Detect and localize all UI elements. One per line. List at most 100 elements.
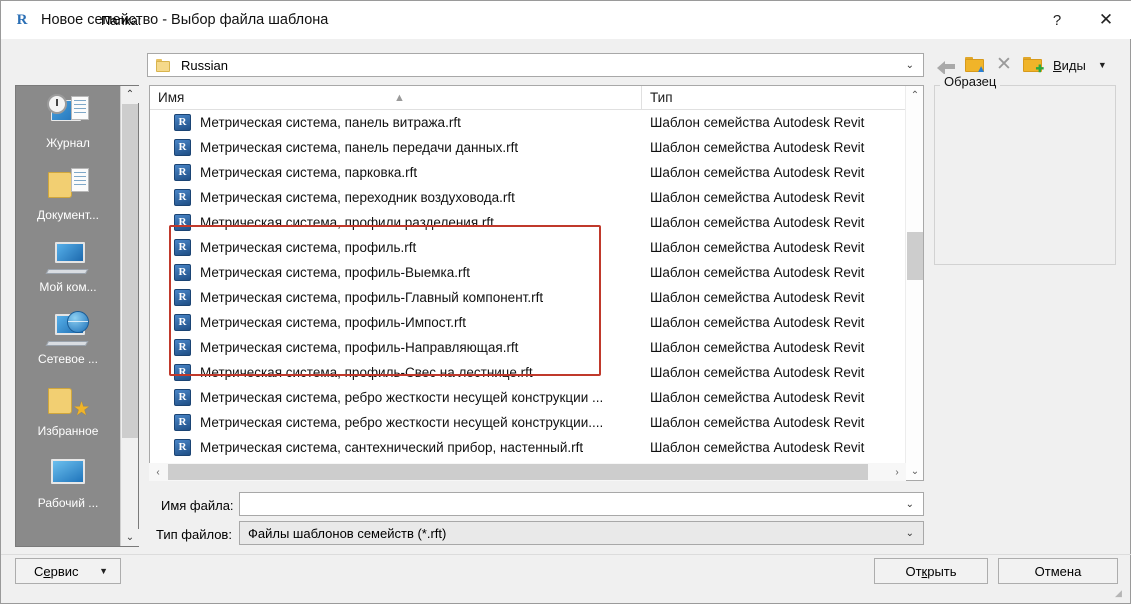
file-type-label: Шаблон семейства Autodesk Revit [650, 390, 865, 405]
table-row[interactable]: R Метрическая система, профиль-Свес на л… [150, 360, 923, 385]
table-row[interactable]: R Метрическая система, панель передачи д… [150, 135, 923, 160]
table-row[interactable]: R Метрическая система, ребро жесткости н… [150, 410, 923, 435]
file-list-horizontal-scrollbar[interactable]: ‹ › [149, 463, 906, 481]
file-name-cell: R Метрическая система, профиль-Главный к… [174, 289, 644, 306]
revit-file-icon: R [174, 389, 191, 406]
cancel-button-label: Отмена [1034, 563, 1082, 579]
file-name-cell: R Метрическая система, ребро жесткости н… [174, 389, 644, 406]
file-name-label: Метрическая система, профиль-Главный ком… [200, 290, 544, 305]
scroll-up-icon[interactable]: ⌃ [906, 86, 923, 104]
new-folder-button[interactable]: ✚ [1019, 53, 1047, 77]
sort-ascending-icon: ▲ [394, 92, 405, 104]
sidebar-scrollbar[interactable]: ⌃ ⌄ [120, 86, 139, 546]
column-header-name[interactable]: Имя ▲ [150, 86, 642, 110]
sidebar-item-my-computer[interactable]: Мой ком... [16, 234, 120, 306]
file-name-label: Метрическая система, панель передачи дан… [200, 140, 519, 155]
table-row[interactable]: R Метрическая система, панель витража.rf… [150, 110, 923, 135]
file-list-vertical-scrollbar[interactable]: ⌃ ⌄ [905, 86, 923, 480]
file-type-select[interactable]: Файлы шаблонов семейств (*.rft) ⌄ [239, 521, 924, 545]
revit-file-icon: R [174, 214, 191, 231]
scroll-left-icon[interactable]: ‹ [149, 463, 167, 481]
file-name-cell: R Метрическая система, переходник воздух… [174, 189, 644, 206]
resize-grip[interactable]: ◢ [1115, 589, 1127, 601]
file-name-cell: R Метрическая система, сантехнический пр… [174, 439, 644, 456]
file-list-header: Имя ▲ Тип [150, 86, 923, 110]
open-button[interactable]: Открыть [874, 558, 988, 584]
file-name-input[interactable]: ⌄ [239, 492, 924, 516]
file-type-label: Шаблон семейства Autodesk Revit [650, 115, 865, 130]
sidebar-item-history[interactable]: Журнал [16, 90, 120, 162]
table-row[interactable]: R Метрическая система, ребро жесткости н… [150, 385, 923, 410]
file-type-label: Шаблон семейства Autodesk Revit [650, 265, 865, 280]
column-header-type[interactable]: Тип [642, 86, 923, 110]
revit-file-icon: R [174, 189, 191, 206]
sidebar-item-network[interactable]: Сетевое ... [16, 306, 120, 378]
file-name-label: Метрическая система, профиль-Направляюща… [200, 340, 519, 355]
file-name-cell: R Метрическая система, панель витража.rf… [174, 114, 644, 131]
table-row[interactable]: R Метрическая система, парковка.rft Шабл… [150, 160, 923, 185]
scroll-up-icon[interactable]: ⌃ [121, 86, 139, 103]
table-row[interactable]: R Метрическая система, переходник воздух… [150, 185, 923, 210]
scroll-down-icon[interactable]: ⌄ [121, 529, 139, 546]
sidebar-item-desktop[interactable]: Рабочий ... [16, 450, 120, 522]
file-type-label: Шаблон семейства Autodesk Revit [650, 365, 865, 380]
file-name-label: Метрическая система, профили разделения.… [200, 215, 494, 230]
open-button-label: Открыть [905, 564, 956, 579]
file-name-label: Метрическая система, профиль.rft [200, 240, 417, 255]
sidebar-item-label: Избранное [37, 424, 99, 438]
sidebar-item-favorites[interactable]: ★ Избранное [16, 378, 120, 450]
table-row[interactable]: R Метрическая система, профиль-Выемка.rf… [150, 260, 923, 285]
table-row[interactable]: R Метрическая система, профиль-Направляю… [150, 335, 923, 360]
service-button-label: Сервис [34, 564, 79, 579]
file-name-label: Метрическая система, парковка.rft [200, 165, 418, 180]
views-label: Виды [1053, 58, 1086, 73]
chevron-down-icon[interactable]: ⌄ [906, 499, 914, 510]
sidebar-item-label: Рабочий ... [37, 496, 99, 510]
close-button[interactable]: ✕ [1080, 1, 1131, 39]
file-open-dialog: R Новое семейство - Выбор файла шаблона … [0, 0, 1131, 604]
sidebar-item-documents[interactable]: Документ... [16, 162, 120, 234]
scroll-right-icon[interactable]: › [888, 463, 906, 481]
sidebar-item-label: Сетевое ... [38, 352, 98, 366]
service-label-mnemonic: е [43, 563, 51, 579]
folder-combobox[interactable]: Russian ⌄ [147, 53, 924, 77]
open-label-pre: От [905, 563, 922, 579]
sidebar-scrollbar-thumb[interactable] [122, 104, 138, 438]
service-label-post: рвис [50, 563, 79, 579]
folder-label: Папка: [101, 13, 142, 28]
table-row[interactable]: R Метрическая система, профиль-Импост.rf… [150, 310, 923, 335]
sidebar-item-label: Мой ком... [39, 280, 97, 294]
chevron-down-icon: ▼ [1097, 60, 1107, 70]
table-row[interactable]: R Метрическая система, профиль-Главный к… [150, 285, 923, 310]
service-button[interactable]: Сервис ▼ [15, 558, 121, 584]
close-icon: ✕ [996, 54, 1012, 75]
file-name-cell: R Метрическая система, профили разделени… [174, 214, 644, 231]
table-row[interactable]: R Метрическая система, профили разделени… [150, 210, 923, 235]
file-name-cell: R Метрическая система, ребро жесткости н… [174, 414, 644, 431]
file-name-label-static: Имя файла: [161, 498, 234, 513]
views-dropdown-button[interactable]: Виды ▼ [1053, 53, 1125, 77]
open-label-post: рыть [927, 563, 957, 579]
desktop-icon [45, 454, 91, 494]
my-computer-icon [45, 238, 91, 278]
places-sidebar-items: Журнал Документ... Мой ком... Сетевое ..… [16, 86, 120, 546]
help-button[interactable]: ? [1034, 1, 1080, 39]
column-header-type-label: Тип [650, 90, 673, 105]
file-list[interactable]: Имя ▲ Тип R Метрическая система, панель … [149, 85, 924, 481]
revit-app-icon: R [16, 11, 28, 28]
revit-file-icon: R [174, 439, 191, 456]
chevron-down-icon[interactable]: ⌄ [906, 528, 914, 539]
table-row[interactable]: R Метрическая система, профиль.rft Шабло… [150, 235, 923, 260]
folder-icon [156, 58, 171, 72]
cancel-button[interactable]: Отмена [998, 558, 1118, 584]
horizontal-scrollbar-thumb[interactable] [168, 464, 868, 480]
vertical-scrollbar-thumb[interactable] [907, 232, 923, 280]
scroll-down-icon[interactable]: ⌄ [906, 462, 923, 480]
table-row[interactable]: R Метрическая система, сантехнический пр… [150, 435, 923, 460]
new-folder-icon: ✚ [1023, 57, 1044, 75]
revit-file-icon: R [174, 139, 191, 156]
file-type-label: Шаблон семейства Autodesk Revit [650, 290, 865, 305]
file-type-label: Шаблон семейства Autodesk Revit [650, 340, 865, 355]
file-type-label: Шаблон семейства Autodesk Revit [650, 190, 865, 205]
chevron-down-icon: ⌄ [905, 59, 914, 71]
